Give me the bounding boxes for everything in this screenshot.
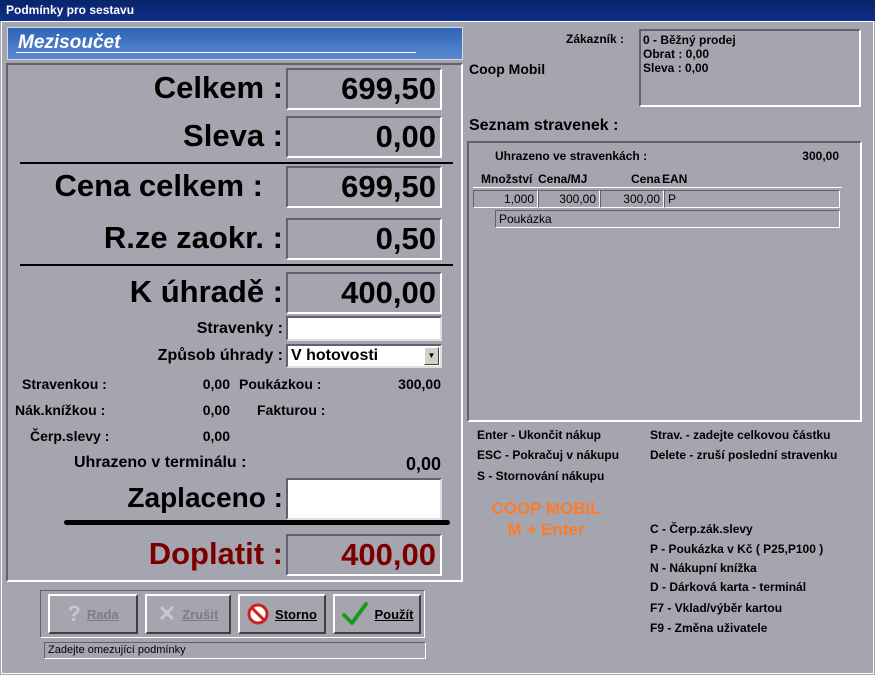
store-name: Coop Mobil [469,61,546,77]
cena-celkem-label: Cena celkem : [54,168,264,203]
table-cell-name[interactable]: Poukázka [495,210,840,228]
knizkou-label: Nák.knížkou : [15,402,106,418]
col-header-ean: EAN [662,172,688,186]
cancel-x-icon: ✕ [157,601,177,626]
celkem-value: 699,50 [286,68,442,110]
zaplaceno-input[interactable] [286,478,442,520]
help-icon: ? [67,601,81,626]
customer-line: 0 - Běžný prodej [643,33,736,47]
terminal-label: Uhrazeno v terminálu : [74,454,247,471]
table-cell-total[interactable]: 300,00 [600,190,664,208]
customer-info: 0 - Běžný prodej Obrat : 0,00 Sleva : 0,… [639,29,861,107]
zrusit-button[interactable]: ✕ Zrušit [145,594,231,634]
hint-f7: F7 - Vklad/výběr kartou [650,601,783,615]
customer-line: Obrat : 0,00 [643,47,710,61]
vouchers-paid-value: 300,00 [802,149,839,163]
hint-storno: S - Stornování nákupu [477,469,605,483]
poukazkou-value: 300,00 [398,376,441,392]
cena-celkem-value: 699,50 [286,166,442,208]
cerp-slevy-label: Čerp.slevy : [30,428,110,444]
hint-enter: Enter - Ukončit nákup [477,428,602,442]
zpusob-uhrady-select[interactable]: V hotovosti ▼ [286,344,442,368]
zaplaceno-label: Zaplaceno : [127,482,283,513]
col-header-qty: Množství [481,172,533,186]
hint-esc: ESC - Pokračuj v nákupu [477,448,620,462]
divider [20,162,453,164]
stravenkou-value: 0,00 [202,376,230,392]
pouzit-button[interactable]: Použít [333,594,421,634]
customer-line: Sleva : 0,00 [643,61,709,75]
zpusob-uhrady-value: V hotovosti [291,347,379,364]
k-uhrade-label: K úhradě : [129,274,283,309]
hint-d: D - Dárková karta - terminál [650,580,807,594]
rada-button[interactable]: ? Rada [48,594,138,634]
no-entry-icon [247,603,269,625]
pouzit-label: Použít [374,606,414,622]
poukazkou-label: Poukázkou : [239,376,322,392]
stravenky-label: Stravenky : [196,320,283,337]
divider [20,264,453,266]
zaokrouhleni-label: R.ze zaokr. : [103,220,283,255]
hint-delete: Delete - zruší poslední stravenku [650,448,838,462]
fakturou-label: Fakturou : [257,402,326,418]
table-cell-price[interactable]: 300,00 [538,190,600,208]
section-header: Mezisoučet [7,27,463,60]
checkmark-icon [341,602,368,625]
rada-label: Rada [86,606,119,622]
zaokrouhleni-value: 0,50 [286,218,442,260]
hint-strav: Strav. - zadejte celkovou částku [650,428,831,442]
doplatit-label: Doplatit : [148,536,283,571]
stravenky-input[interactable] [286,316,442,341]
vouchers-title: Seznam stravenek : [469,117,619,134]
celkem-label: Celkem : [153,70,283,105]
k-uhrade-value: 400,00 [286,272,442,314]
vouchers-list[interactable]: Uhrazeno ve stravenkách : 300,00 Množstv… [467,141,862,422]
table-cell-qty[interactable]: 1,000 [473,190,538,208]
window-title: Podmínky pro sestavu [0,0,875,21]
total-underline [64,520,450,525]
coop-mobil-shortcut: M + Enter [507,520,585,539]
table-cell-ean[interactable]: P [664,190,840,208]
vouchers-paid-label: Uhrazeno ve stravenkách : [495,149,648,163]
header-divider [473,187,842,188]
col-header-total: Cena [631,172,661,186]
hint-c: C - Čerp.zák.slevy [650,522,753,536]
status-bar: Zadejte omezující podmínky [44,642,426,659]
coop-mobil-hint: COOP MOBIL [491,499,601,518]
terminal-value: 0,00 [405,454,441,474]
sleva-label: Sleva : [183,118,283,153]
hint-p: P - Poukázka v Kč ( P25,P100 ) [650,542,824,556]
zrusit-label: Zrušit [182,606,219,622]
storno-label: Storno [275,606,317,622]
cerp-slevy-value: 0,00 [202,428,230,444]
chevron-down-icon[interactable]: ▼ [424,347,439,365]
header-underline [16,52,416,53]
knizkou-value: 0,00 [202,402,230,418]
doplatit-value: 400,00 [286,534,442,576]
storno-button[interactable]: Storno [238,594,326,634]
hint-n: N - Nákupní knížka [650,561,757,575]
sleva-value: 0,00 [286,116,442,158]
section-title: Mezisoučet [18,32,121,53]
zakaznik-label: Zákazník : [566,32,625,46]
stravenkou-label: Stravenkou : [22,376,107,392]
zpusob-uhrady-label: Způsob úhrady : [157,347,283,364]
hint-f9: F9 - Změna uživatele [650,621,768,635]
col-header-price: Cena/MJ [538,172,588,186]
